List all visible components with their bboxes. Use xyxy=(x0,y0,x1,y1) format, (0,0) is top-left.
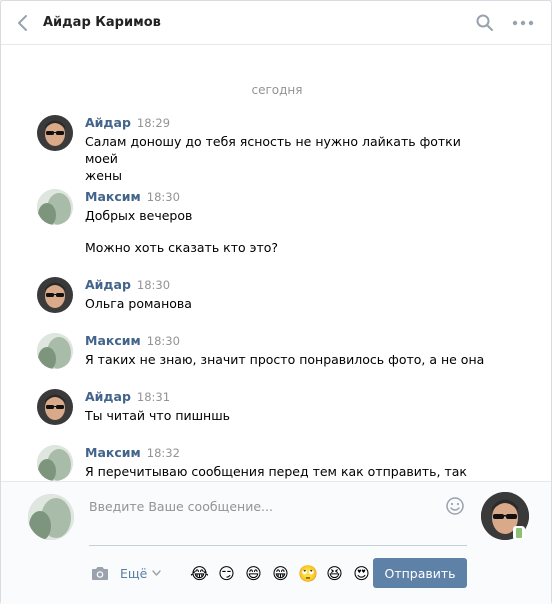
sender-name[interactable]: Айдар xyxy=(85,389,131,404)
sender-name[interactable]: Айдар xyxy=(85,115,131,130)
emoji-button[interactable]: 😄 xyxy=(244,564,263,583)
message-line: жены xyxy=(85,168,122,183)
message-time[interactable]: 18:29 xyxy=(137,116,170,130)
message-text: Добрых вечеров Можно хоть сказать кто эт… xyxy=(85,207,485,256)
message-line: Добрых вечеров xyxy=(85,208,193,223)
message-text: Я перечитываю сообщения перед тем как от… xyxy=(85,463,485,481)
mobile-online-icon xyxy=(513,526,525,540)
message-item: Максим 18:30 Добрых вечеров Можно хоть ск… xyxy=(37,189,517,259)
avatar[interactable] xyxy=(37,277,73,313)
message-time[interactable]: 18:30 xyxy=(147,190,180,204)
message-time[interactable]: 18:31 xyxy=(137,390,170,404)
message-item: Айдар 18:30 Ольга романова xyxy=(37,277,517,317)
quick-emoji-bar: 😂 😏 😄 😁 🙄 😆 😍 xyxy=(190,564,371,583)
message-composer: Ещё 😂 😏 😄 😁 🙄 😆 😍 Отправить xyxy=(1,481,551,604)
message-line: Я таких не знаю, значит просто понравило… xyxy=(85,352,485,367)
message-text: Ольга романова xyxy=(85,295,485,312)
message-time[interactable]: 18:30 xyxy=(147,334,180,348)
message-item: Айдар 18:29 Салам доношу до тебя ясность … xyxy=(37,115,517,183)
message-text: Ты читай что пишншь xyxy=(85,407,485,424)
search-icon[interactable] xyxy=(475,13,495,33)
message-time[interactable]: 18:32 xyxy=(147,446,180,460)
message-line: Я перечитываю сообщения перед тем как от… xyxy=(85,464,467,479)
message-item: Максим 18:30 Я таких не знаю, значит прос… xyxy=(37,333,517,373)
back-arrow-icon[interactable] xyxy=(15,13,31,33)
sender-name[interactable]: Максим xyxy=(85,445,141,460)
dialog-header: Айдар Каримов xyxy=(1,1,551,45)
message-line: Ольга романова xyxy=(85,296,192,311)
emoji-button[interactable]: 😂 xyxy=(190,564,209,583)
sender-name[interactable]: Максим xyxy=(85,333,141,348)
avatar[interactable] xyxy=(37,333,73,369)
more-attachments-link[interactable]: Ещё xyxy=(120,566,147,581)
sender-name[interactable]: Максим xyxy=(85,189,141,204)
message-item: Максим 18:32 Я перечитываю сообщения пере… xyxy=(37,445,517,481)
message-input-wrapper xyxy=(89,496,467,546)
message-line xyxy=(85,224,485,239)
emoji-button[interactable]: 😆 xyxy=(325,564,344,583)
avatar[interactable] xyxy=(37,115,73,151)
avatar[interactable] xyxy=(37,445,73,481)
emoji-button[interactable]: 😍 xyxy=(352,564,371,583)
camera-icon[interactable] xyxy=(91,565,109,581)
message-text: Я таких не знаю, значит просто понравило… xyxy=(85,351,485,368)
emoji-button[interactable]: 🙄 xyxy=(298,564,318,583)
more-icon[interactable] xyxy=(511,15,535,31)
message-input[interactable] xyxy=(89,496,467,514)
send-button[interactable]: Отправить xyxy=(373,558,467,588)
emoji-button[interactable]: 😁 xyxy=(271,564,290,583)
date-separator: сегодня xyxy=(251,83,303,97)
smile-icon[interactable] xyxy=(445,496,465,516)
message-time[interactable]: 18:30 xyxy=(137,278,170,292)
avatar[interactable] xyxy=(37,189,73,225)
message-line: Можно хоть сказать кто это? xyxy=(85,240,279,255)
message-line: Салам доношу до тебя ясность не нужно ла… xyxy=(85,134,461,166)
own-avatar[interactable] xyxy=(28,494,74,540)
chevron-down-icon[interactable] xyxy=(152,569,161,577)
dialog-title[interactable]: Айдар Каримов xyxy=(43,15,161,30)
message-text: Салам доношу до тебя ясность не нужно ла… xyxy=(85,133,485,184)
dialog-window: Айдар Каримов сегодня Айдар 18:29 Салам … xyxy=(0,0,552,604)
message-line: Ты читай что пишншь xyxy=(85,408,231,423)
sender-name[interactable]: Айдар xyxy=(85,277,131,292)
message-item: Айдар 18:31 Ты читай что пишншь xyxy=(37,389,517,429)
avatar[interactable] xyxy=(37,389,73,425)
emoji-button[interactable]: 😏 xyxy=(217,564,236,583)
